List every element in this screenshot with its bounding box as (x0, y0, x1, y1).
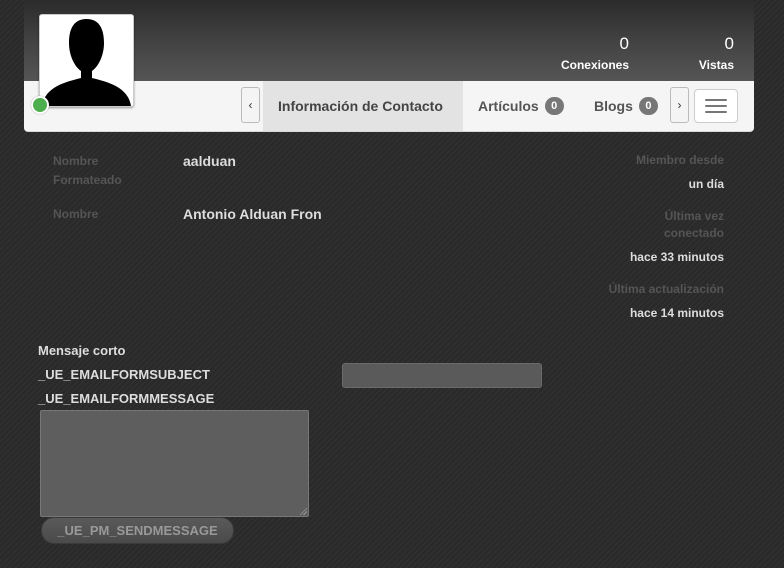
menu-toggle-button[interactable] (694, 89, 738, 123)
connections-stat[interactable]: 0 Conexiones (561, 34, 629, 72)
online-status-icon (31, 96, 49, 114)
tab-articles[interactable]: Artículos 0 (463, 81, 579, 131)
formatted-name-label: Nombre Formateado (53, 154, 122, 187)
member-since-label: Miembro desde (635, 153, 724, 167)
send-message-label: _UE_PM_SENDMESSAGE (57, 523, 218, 538)
chevron-left-icon: ‹ (248, 98, 253, 112)
last-update-value: hace 14 minutos (629, 306, 724, 320)
tab-contact-info[interactable]: Información de Contacto (263, 81, 463, 131)
views-stat: 0 Vistas (699, 34, 734, 72)
avatar-silhouette-icon (40, 15, 133, 106)
scroll-left-button[interactable]: ‹ (241, 87, 260, 123)
subject-input[interactable] (342, 363, 542, 388)
tab-blogs[interactable]: Blogs 0 (579, 81, 673, 131)
name-label: Nombre (53, 207, 99, 221)
hamburger-icon-bar (705, 99, 727, 101)
last-online-label: Última vez conectado (663, 209, 724, 240)
blogs-count-badge: 0 (638, 97, 658, 115)
resize-grip-icon[interactable] (299, 507, 307, 515)
member-since-value: un día (688, 177, 724, 191)
tab-label: Artículos (478, 98, 539, 114)
name-value: Antonio Alduan Fron (183, 206, 322, 222)
subject-label: _UE_EMAILFORMSUBJECT (38, 367, 210, 382)
hamburger-icon-bar (705, 105, 727, 107)
views-label: Vistas (698, 58, 734, 72)
tab-label: Información de Contacto (278, 98, 443, 114)
hamburger-icon-bar (705, 111, 727, 113)
connections-label: Conexiones (560, 58, 629, 72)
message-textarea[interactable] (40, 410, 309, 517)
short-message-heading: Mensaje corto (38, 343, 126, 358)
tab-label: Blogs (594, 98, 633, 114)
scroll-right-button[interactable]: › (670, 87, 689, 123)
chevron-right-icon: › (677, 98, 682, 112)
articles-count-badge: 0 (544, 97, 564, 115)
views-count: 0 (724, 34, 734, 53)
message-label: _UE_EMAILFORMMESSAGE (38, 391, 215, 406)
formatted-name-value: aalduan (183, 153, 236, 169)
send-message-button[interactable]: _UE_PM_SENDMESSAGE (41, 517, 234, 544)
connections-count: 0 (619, 34, 629, 53)
last-update-label: Última actualización (608, 282, 724, 296)
avatar[interactable] (39, 14, 134, 107)
last-online-value: hace 33 minutos (629, 250, 724, 264)
